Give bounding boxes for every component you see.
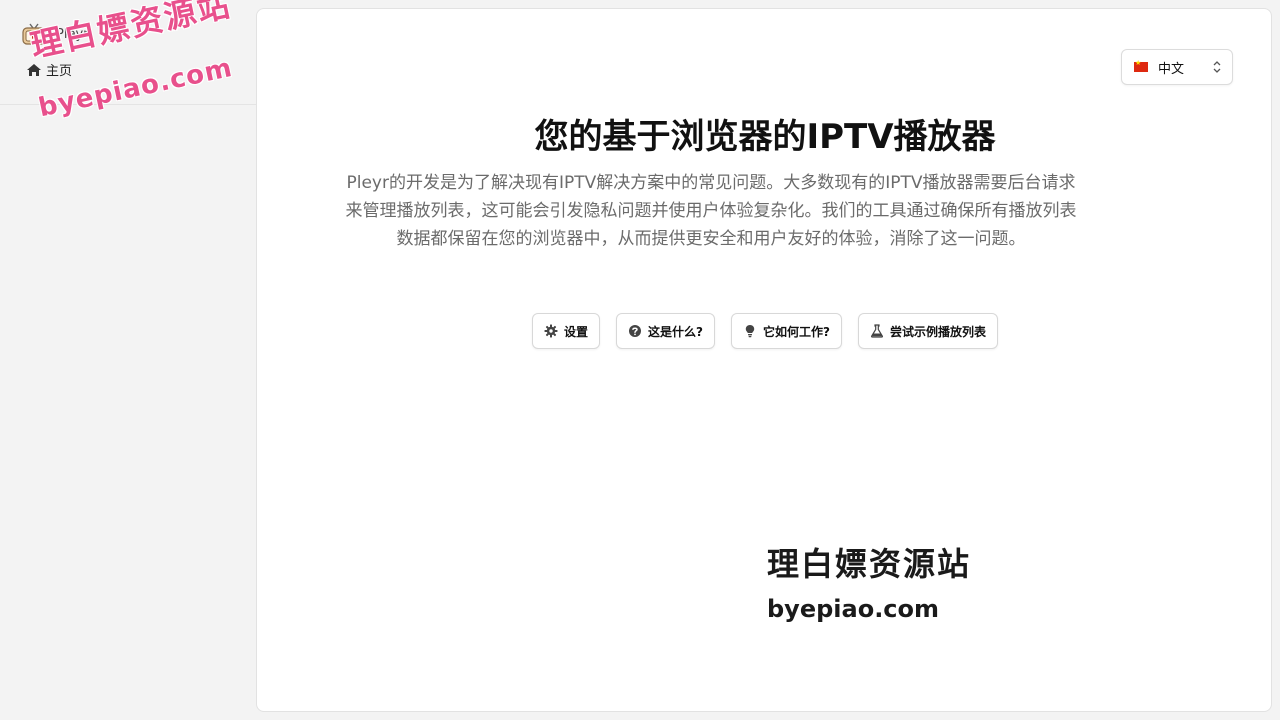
tv-logo-icon: [22, 23, 46, 45]
how-it-works-button[interactable]: 它如何工作?: [731, 313, 842, 349]
sidebar-item-label: 主页: [46, 64, 73, 79]
language-select[interactable]: 中文: [1121, 49, 1233, 85]
button-label: 它如何工作?: [763, 324, 830, 339]
chevron-updown-icon: [1213, 61, 1221, 73]
watermark-overlay-center: 理白嫖资源站 byepiao.com: [767, 539, 971, 623]
settings-button[interactable]: 设置: [532, 313, 601, 349]
page-description: Pleyr的开发是为了解决现有IPTV解决方案中的常见问题。大多数现有的IPTV…: [345, 173, 1077, 249]
sidebar: Pleyr 主页 理白嫖资源站 byepiao.com: [0, 0, 256, 720]
flask-icon: [870, 324, 884, 338]
button-label: 尝试示例播放列表: [889, 324, 986, 339]
question-icon: [629, 325, 642, 337]
sidebar-item-home[interactable]: 主页: [26, 60, 72, 79]
try-sample-playlist-button[interactable]: 尝试示例播放列表: [857, 313, 998, 349]
action-buttons: 设置 这是什么? 它如何工作? 尝试示例播放列表: [257, 313, 1273, 349]
button-label: 设置: [564, 324, 589, 339]
brand-name: Pleyr: [56, 26, 89, 42]
main-panel: 中文 您的基于浏览器的IPTV播放器 Pleyr的开发是为了解决现有IPTV解决…: [256, 8, 1272, 712]
watermark-text: 理白嫖资源站: [767, 545, 972, 583]
china-flag-icon: [1134, 59, 1148, 72]
what-is-this-button[interactable]: 这是什么?: [616, 313, 715, 349]
watermark-url: byepiao.com: [767, 595, 940, 623]
brand[interactable]: Pleyr: [22, 22, 89, 46]
language-selected: 中文: [1158, 61, 1185, 77]
button-label: 这是什么?: [648, 324, 703, 339]
sidebar-divider: [0, 104, 256, 105]
home-icon: [27, 63, 41, 76]
gear-icon: [544, 324, 558, 338]
lightbulb-icon: [745, 325, 755, 338]
page-title: 您的基于浏览器的IPTV播放器: [534, 117, 996, 157]
